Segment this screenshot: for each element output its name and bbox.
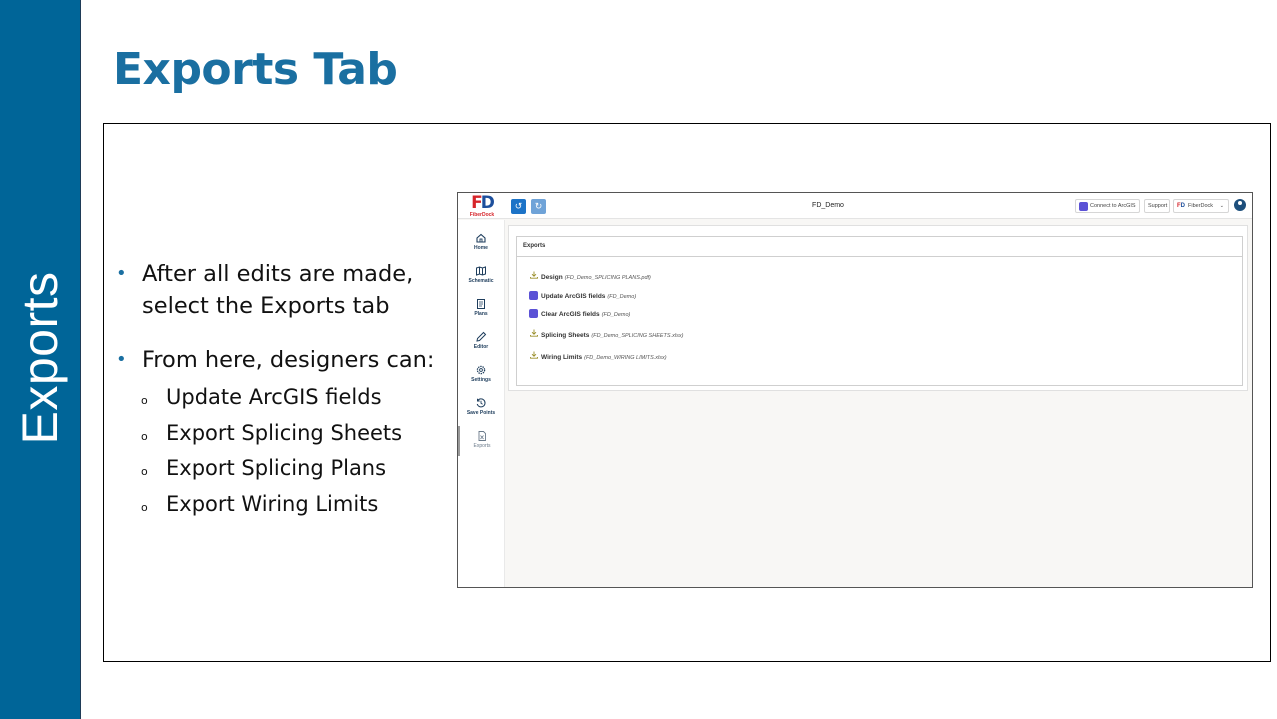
sub-bullet-item: Export Splicing Sheets — [113, 416, 453, 453]
export-label: Design — [541, 274, 563, 281]
chevron-down-icon: ⌄ — [1219, 203, 1224, 209]
logo-letter-f: F — [471, 193, 483, 213]
document-icon — [477, 299, 485, 309]
exports-list: Design (FD_Demo_SPLICING PLANS.pdf) Updat… — [516, 256, 1243, 386]
fiberdock-small-icon: FD — [1177, 203, 1186, 209]
account-label: FiberDock — [1188, 203, 1214, 209]
sub-bullet-item: Export Splicing Plans — [113, 451, 453, 489]
export-design-link[interactable]: Design (FD_Demo_SPLICING PLANS.pdf) — [529, 271, 651, 282]
home-icon — [476, 233, 486, 243]
nav-item-home[interactable]: Home — [458, 228, 504, 258]
logo-letter-d: D — [480, 193, 495, 213]
nav-item-schematic[interactable]: Schematic — [458, 261, 504, 291]
nav-item-exports[interactable]: Exports — [458, 426, 504, 456]
redo-icon: ↻ — [534, 201, 543, 211]
nav-item-save-points[interactable]: Save Points — [458, 393, 504, 423]
export-filename: (FD_Demo) — [601, 312, 631, 318]
nav-label: Exports — [473, 443, 491, 449]
export-filename: (FD_Demo_SPLICING PLANS.pdf) — [564, 275, 651, 281]
nav-item-editor[interactable]: Editor — [458, 327, 504, 357]
sub-bullet-item: Update ArcGIS fields — [113, 380, 453, 418]
nav-label: Save Points — [466, 410, 496, 416]
export-splicing-sheets-link[interactable]: Splicing Sheets (FD_Demo_SPLICING SHEETS.… — [529, 329, 683, 340]
side-band: Exports — [0, 0, 81, 719]
map-icon — [476, 266, 486, 276]
exports-panel-header: Exports — [516, 236, 1243, 257]
download-icon — [530, 271, 538, 279]
export-label: Update ArcGIS fields — [541, 293, 606, 300]
clear-arcgis-fields-link[interactable]: Clear ArcGIS fields (FD_Demo) — [529, 309, 630, 320]
export-filename: (FD_Demo) — [607, 294, 637, 300]
app-header: FD FiberDock ↺ ↻ FD_Demo Connect to ArcG… — [458, 193, 1252, 219]
fiberdock-logo[interactable]: FD FiberDock — [462, 195, 502, 221]
sub-bullet-list: Update ArcGIS fields Export Splicing She… — [113, 380, 453, 525]
connect-arcgis-label: Connect to ArcGIS — [1090, 203, 1136, 209]
support-label: Support — [1148, 203, 1168, 209]
arcgis-icon — [1079, 202, 1088, 211]
export-filename: (FD_Demo_SPLICING SHEETS.xlsx) — [591, 333, 684, 339]
gear-icon — [476, 365, 486, 375]
download-icon — [530, 329, 538, 337]
export-wiring-limits-link[interactable]: Wiring Limits (FD_Demo_WIRING LIMITS.xlsx… — [529, 351, 667, 362]
nav-label: Settings — [471, 377, 491, 383]
pencil-icon — [476, 331, 487, 342]
bullet-item: From here, designers can: — [113, 344, 453, 376]
connect-arcgis-button[interactable]: Connect to ArcGIS — [1075, 199, 1140, 213]
exports-panel: Exports Design (FD_Demo_SPLICING PLANS.pd… — [508, 225, 1248, 391]
export-label: Clear ArcGIS fields — [541, 311, 600, 318]
export-label: Splicing Sheets — [541, 332, 590, 339]
arcgis-icon — [529, 309, 538, 318]
arcgis-icon — [529, 291, 538, 300]
export-filename: (FD_Demo_WIRING LIMITS.xlsx) — [584, 355, 667, 361]
account-dropdown[interactable]: FD FiberDock ⌄ — [1173, 199, 1229, 213]
nav-label: Editor — [473, 344, 489, 350]
download-icon — [530, 351, 538, 359]
nav-label: Plans — [474, 311, 488, 317]
app-sidebar: Home Schematic Plans Editor Settings Sav… — [458, 220, 505, 587]
sub-bullet-item: Export Wiring Limits — [113, 487, 453, 524]
nav-label: Schematic — [468, 278, 494, 284]
nav-label: Home — [474, 245, 488, 251]
support-button[interactable]: Support — [1144, 199, 1170, 213]
update-arcgis-fields-link[interactable]: Update ArcGIS fields (FD_Demo) — [529, 291, 636, 302]
logo-brand: FiberDock — [469, 212, 495, 218]
nav-item-plans[interactable]: Plans — [458, 294, 504, 324]
side-band-label: Exports — [12, 271, 68, 445]
bullet-item: After all edits are made, select the Exp… — [113, 258, 453, 322]
export-label: Wiring Limits — [541, 354, 583, 361]
slide-title: Exports Tab — [113, 44, 398, 95]
redo-button[interactable]: ↻ — [531, 199, 546, 214]
project-title: FD_Demo — [812, 202, 844, 209]
undo-icon: ↺ — [514, 201, 523, 211]
nav-item-settings[interactable]: Settings — [458, 360, 504, 390]
undo-button[interactable]: ↺ — [511, 199, 526, 214]
exports-panel-title: Exports — [523, 243, 546, 249]
app-window: FD FiberDock ↺ ↻ FD_Demo Connect to ArcG… — [457, 192, 1253, 588]
history-icon — [476, 398, 486, 408]
spreadsheet-icon — [478, 431, 486, 441]
user-avatar-icon[interactable] — [1234, 199, 1246, 211]
bullet-list: After all edits are made, select the Exp… — [113, 258, 453, 525]
